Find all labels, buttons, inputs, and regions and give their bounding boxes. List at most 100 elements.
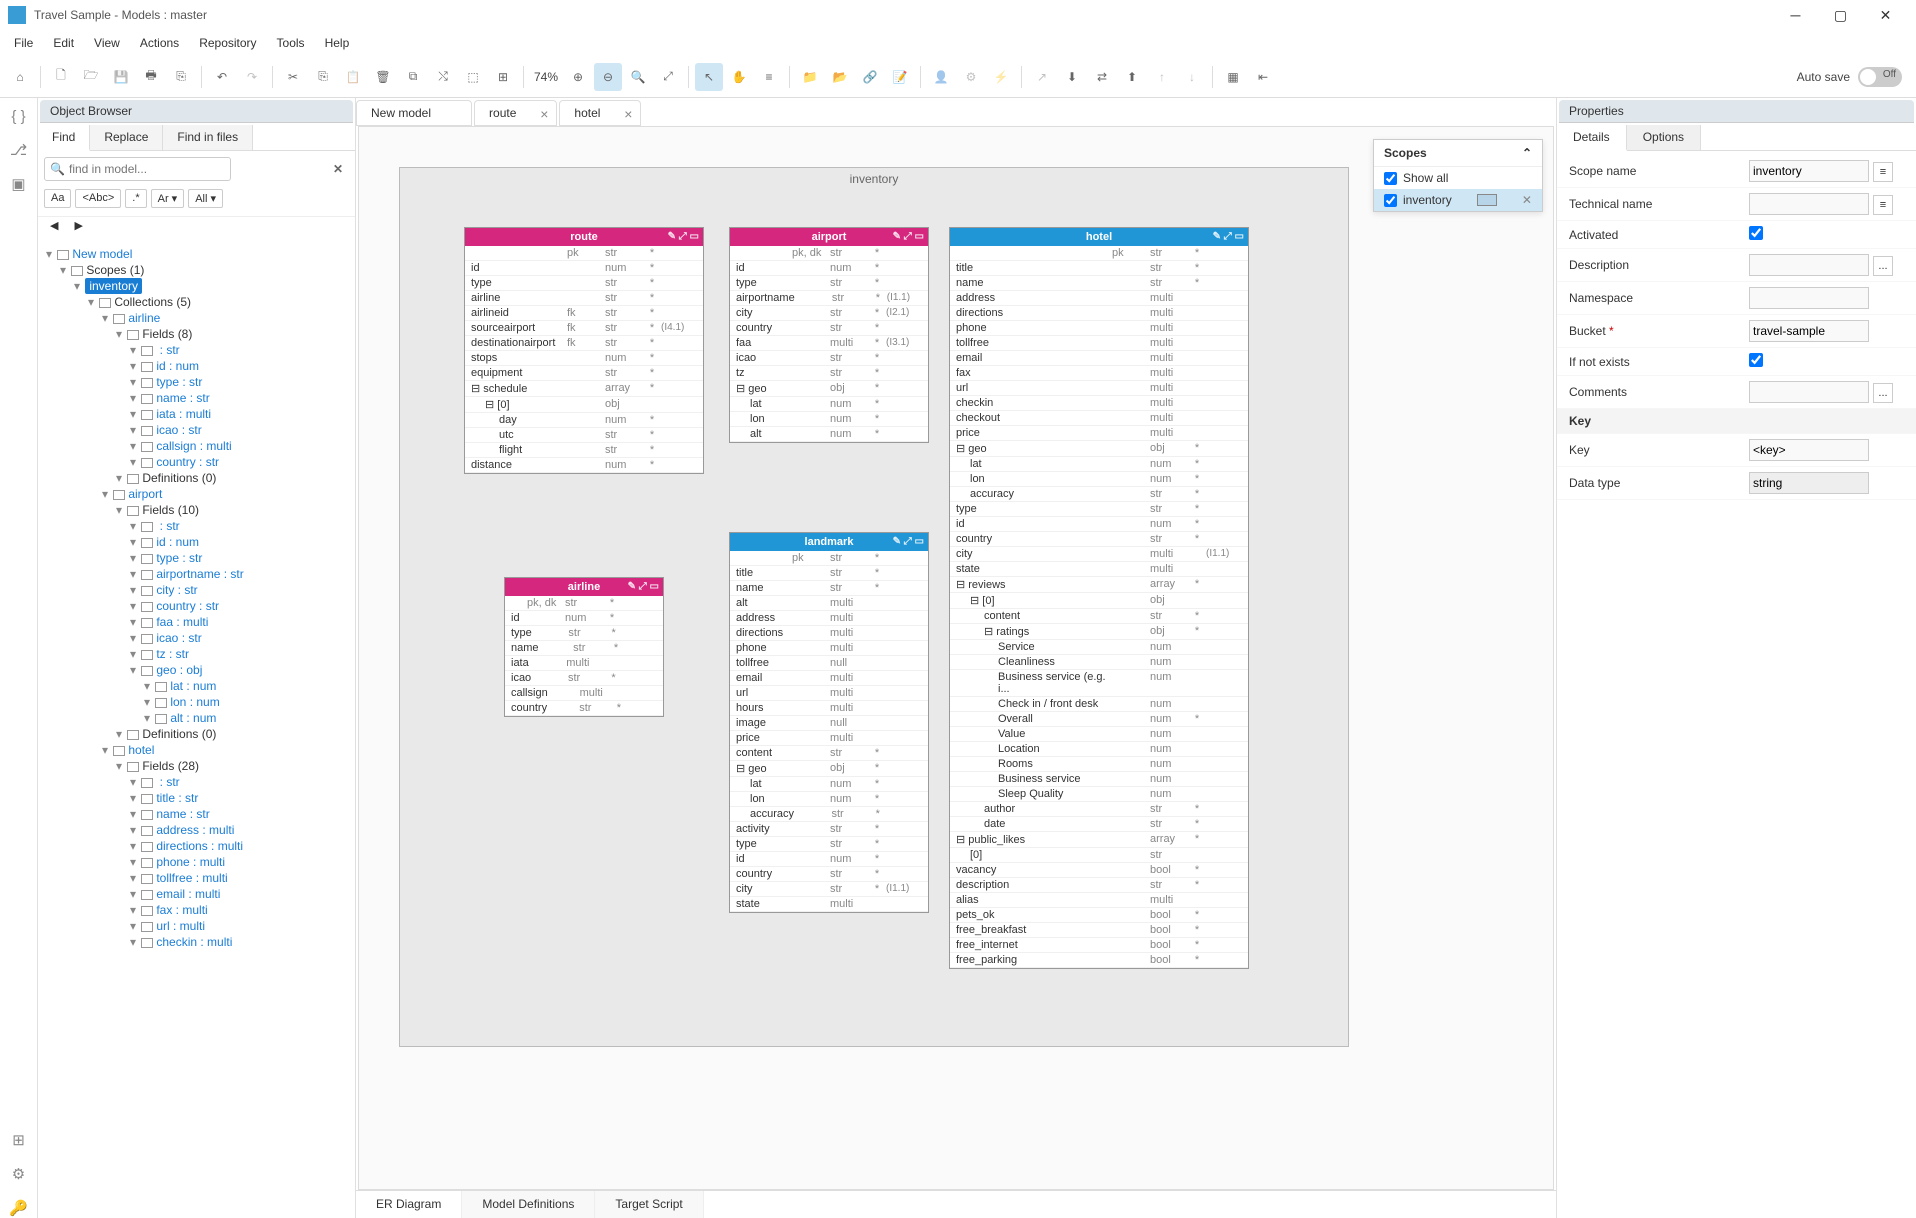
- layout-icon[interactable]: ▦: [1219, 63, 1247, 91]
- prop-select[interactable]: [1749, 472, 1869, 494]
- menu-actions[interactable]: Actions: [130, 32, 189, 54]
- menu-view[interactable]: View: [84, 32, 130, 54]
- entity-route[interactable]: route✎ ⤢ ▭pkstr*idnum*typestr*airlinestr…: [464, 227, 704, 474]
- tree-node[interactable]: ▾ lat : num: [40, 678, 353, 694]
- db-from-icon[interactable]: ⬇: [1058, 63, 1086, 91]
- search-input[interactable]: [44, 157, 231, 181]
- inventory-checkbox[interactable]: [1384, 194, 1397, 207]
- tree-node[interactable]: ▾ icao : str: [40, 422, 353, 438]
- prop-more-icon[interactable]: ≡: [1873, 162, 1893, 182]
- menu-repository[interactable]: Repository: [189, 32, 266, 54]
- tree-node[interactable]: ▾ Fields (28): [40, 758, 353, 774]
- select-tool-icon[interactable]: ⬚: [459, 63, 487, 91]
- filter-button[interactable]: All ▾: [188, 189, 223, 208]
- close-tab-icon[interactable]: ×: [540, 106, 548, 122]
- showall-checkbox[interactable]: [1384, 172, 1397, 185]
- block-icon[interactable]: ▣: [9, 174, 29, 194]
- tree-node[interactable]: ▾ airport: [40, 486, 353, 502]
- tree-node[interactable]: ▾ tollfree : multi: [40, 870, 353, 886]
- entity-airline[interactable]: airline✎ ⤢ ▭pk, dkstr*idnum*typestr*name…: [504, 577, 664, 717]
- key-icon[interactable]: 🔑: [9, 1198, 29, 1218]
- prop-input[interactable]: [1749, 381, 1869, 403]
- zoom-out-icon[interactable]: ⊖: [594, 63, 622, 91]
- settings-gear-icon[interactable]: ⚙: [9, 1164, 29, 1184]
- duplicate-icon[interactable]: ⧉: [399, 63, 427, 91]
- autosave-toggle[interactable]: Off: [1858, 67, 1902, 87]
- gear-icon[interactable]: ⚙: [957, 63, 985, 91]
- tree-node[interactable]: ▾ city : str: [40, 582, 353, 598]
- menu-edit[interactable]: Edit: [43, 32, 84, 54]
- entity-landmark[interactable]: landmark✎ ⤢ ▭pkstr*titlestr*namestr*altm…: [729, 532, 929, 913]
- menu-file[interactable]: File: [4, 32, 43, 54]
- prop-input[interactable]: [1749, 254, 1869, 276]
- db-diff-icon[interactable]: ⇄: [1088, 63, 1116, 91]
- tree-node[interactable]: ▾ inventory: [40, 278, 353, 294]
- prop-input[interactable]: [1749, 320, 1869, 342]
- prop-checkbox[interactable]: [1749, 353, 1763, 367]
- tree-node[interactable]: ▾ type : str: [40, 550, 353, 566]
- paste-icon[interactable]: 📋: [339, 63, 367, 91]
- tree-node[interactable]: ▾ alt : num: [40, 710, 353, 726]
- tree-node[interactable]: ▾ url : multi: [40, 918, 353, 934]
- prop-more-icon[interactable]: ...: [1873, 383, 1893, 403]
- tab-options[interactable]: Options: [1627, 125, 1701, 150]
- tree-node[interactable]: ▾ directions : multi: [40, 838, 353, 854]
- upload-icon[interactable]: ↑: [1148, 63, 1176, 91]
- tree-node[interactable]: ▾ New model: [40, 246, 353, 262]
- entity-hotel[interactable]: hotel✎ ⤢ ▭pkstr*titlestr*namestr*address…: [949, 227, 1249, 969]
- scope-remove-icon[interactable]: ✕: [1522, 193, 1532, 207]
- prop-input[interactable]: [1749, 287, 1869, 309]
- home-icon[interactable]: ⌂: [6, 63, 34, 91]
- maximize-button[interactable]: ▢: [1818, 0, 1863, 30]
- open-folder-icon[interactable]: 🗁: [77, 63, 105, 91]
- cursor-icon[interactable]: ↖: [695, 63, 723, 91]
- tree-node[interactable]: ▾ Fields (8): [40, 326, 353, 342]
- zoom-fit-icon[interactable]: ⊕: [564, 63, 592, 91]
- tree-node[interactable]: ▾ Fields (10): [40, 502, 353, 518]
- nav-next-icon[interactable]: ▶: [68, 217, 88, 234]
- link-icon[interactable]: 🔗: [856, 63, 884, 91]
- tree-node[interactable]: ▾ callsign : multi: [40, 438, 353, 454]
- tree-node[interactable]: ▾ name : str: [40, 806, 353, 822]
- prop-input[interactable]: [1749, 160, 1869, 182]
- tree-node[interactable]: ▾ fax : multi: [40, 902, 353, 918]
- settings-icon[interactable]: ⚡: [987, 63, 1015, 91]
- tree-node[interactable]: ▾ geo : obj: [40, 662, 353, 678]
- tree-node[interactable]: ▾ Definitions (0): [40, 470, 353, 486]
- braces-icon[interactable]: { }: [9, 106, 29, 126]
- tree-node[interactable]: ▾ iata : multi: [40, 406, 353, 422]
- tree-node[interactable]: ▾ country : str: [40, 598, 353, 614]
- clear-search-icon[interactable]: ✕: [333, 162, 343, 176]
- cut-icon[interactable]: ✂: [279, 63, 307, 91]
- close-tab-icon[interactable]: ×: [624, 106, 632, 122]
- scope-item-inventory[interactable]: inventory ✕: [1374, 189, 1542, 211]
- tree-node[interactable]: ▾ type : str: [40, 374, 353, 390]
- align-icon[interactable]: ≡: [755, 63, 783, 91]
- prop-checkbox[interactable]: [1749, 226, 1763, 240]
- zoom-area-icon[interactable]: ⤢: [654, 63, 682, 91]
- filter-button[interactable]: <Abc>: [75, 189, 121, 208]
- filter-button[interactable]: .*: [125, 189, 146, 208]
- doc-tab-route[interactable]: route×: [474, 100, 557, 126]
- print-icon[interactable]: 🖶: [137, 63, 165, 91]
- doc-tab-New-model[interactable]: New model: [356, 100, 472, 126]
- marquee-icon[interactable]: ⊞: [489, 63, 517, 91]
- hand-icon[interactable]: ✋: [725, 63, 753, 91]
- tree-node[interactable]: ▾ id : num: [40, 358, 353, 374]
- tree-node[interactable]: ▾ id : num: [40, 534, 353, 550]
- tree-node[interactable]: ▾ airportname : str: [40, 566, 353, 582]
- collapse-scopes-icon[interactable]: ⌃: [1522, 146, 1532, 160]
- branch-icon[interactable]: ⎇: [9, 140, 29, 160]
- add-folder2-icon[interactable]: 📂: [826, 63, 854, 91]
- new-file-icon[interactable]: 🗋: [47, 63, 75, 91]
- copy-icon[interactable]: ⎘: [309, 63, 337, 91]
- tab-find-in-files[interactable]: Find in files: [163, 125, 253, 150]
- prop-more-icon[interactable]: ...: [1873, 256, 1893, 276]
- export-icon[interactable]: ⎘: [167, 63, 195, 91]
- tree-node[interactable]: ▾ country : str: [40, 454, 353, 470]
- doc-tab-hotel[interactable]: hotel×: [559, 100, 641, 126]
- nav-prev-icon[interactable]: ◀: [44, 217, 64, 234]
- entity-airport[interactable]: airport✎ ⤢ ▭pk, dkstr*idnum*typestr*airp…: [729, 227, 929, 443]
- er-canvas[interactable]: inventory route✎ ⤢ ▭pkstr*idnum*typestr*…: [358, 126, 1554, 1190]
- prop-input[interactable]: [1749, 193, 1869, 215]
